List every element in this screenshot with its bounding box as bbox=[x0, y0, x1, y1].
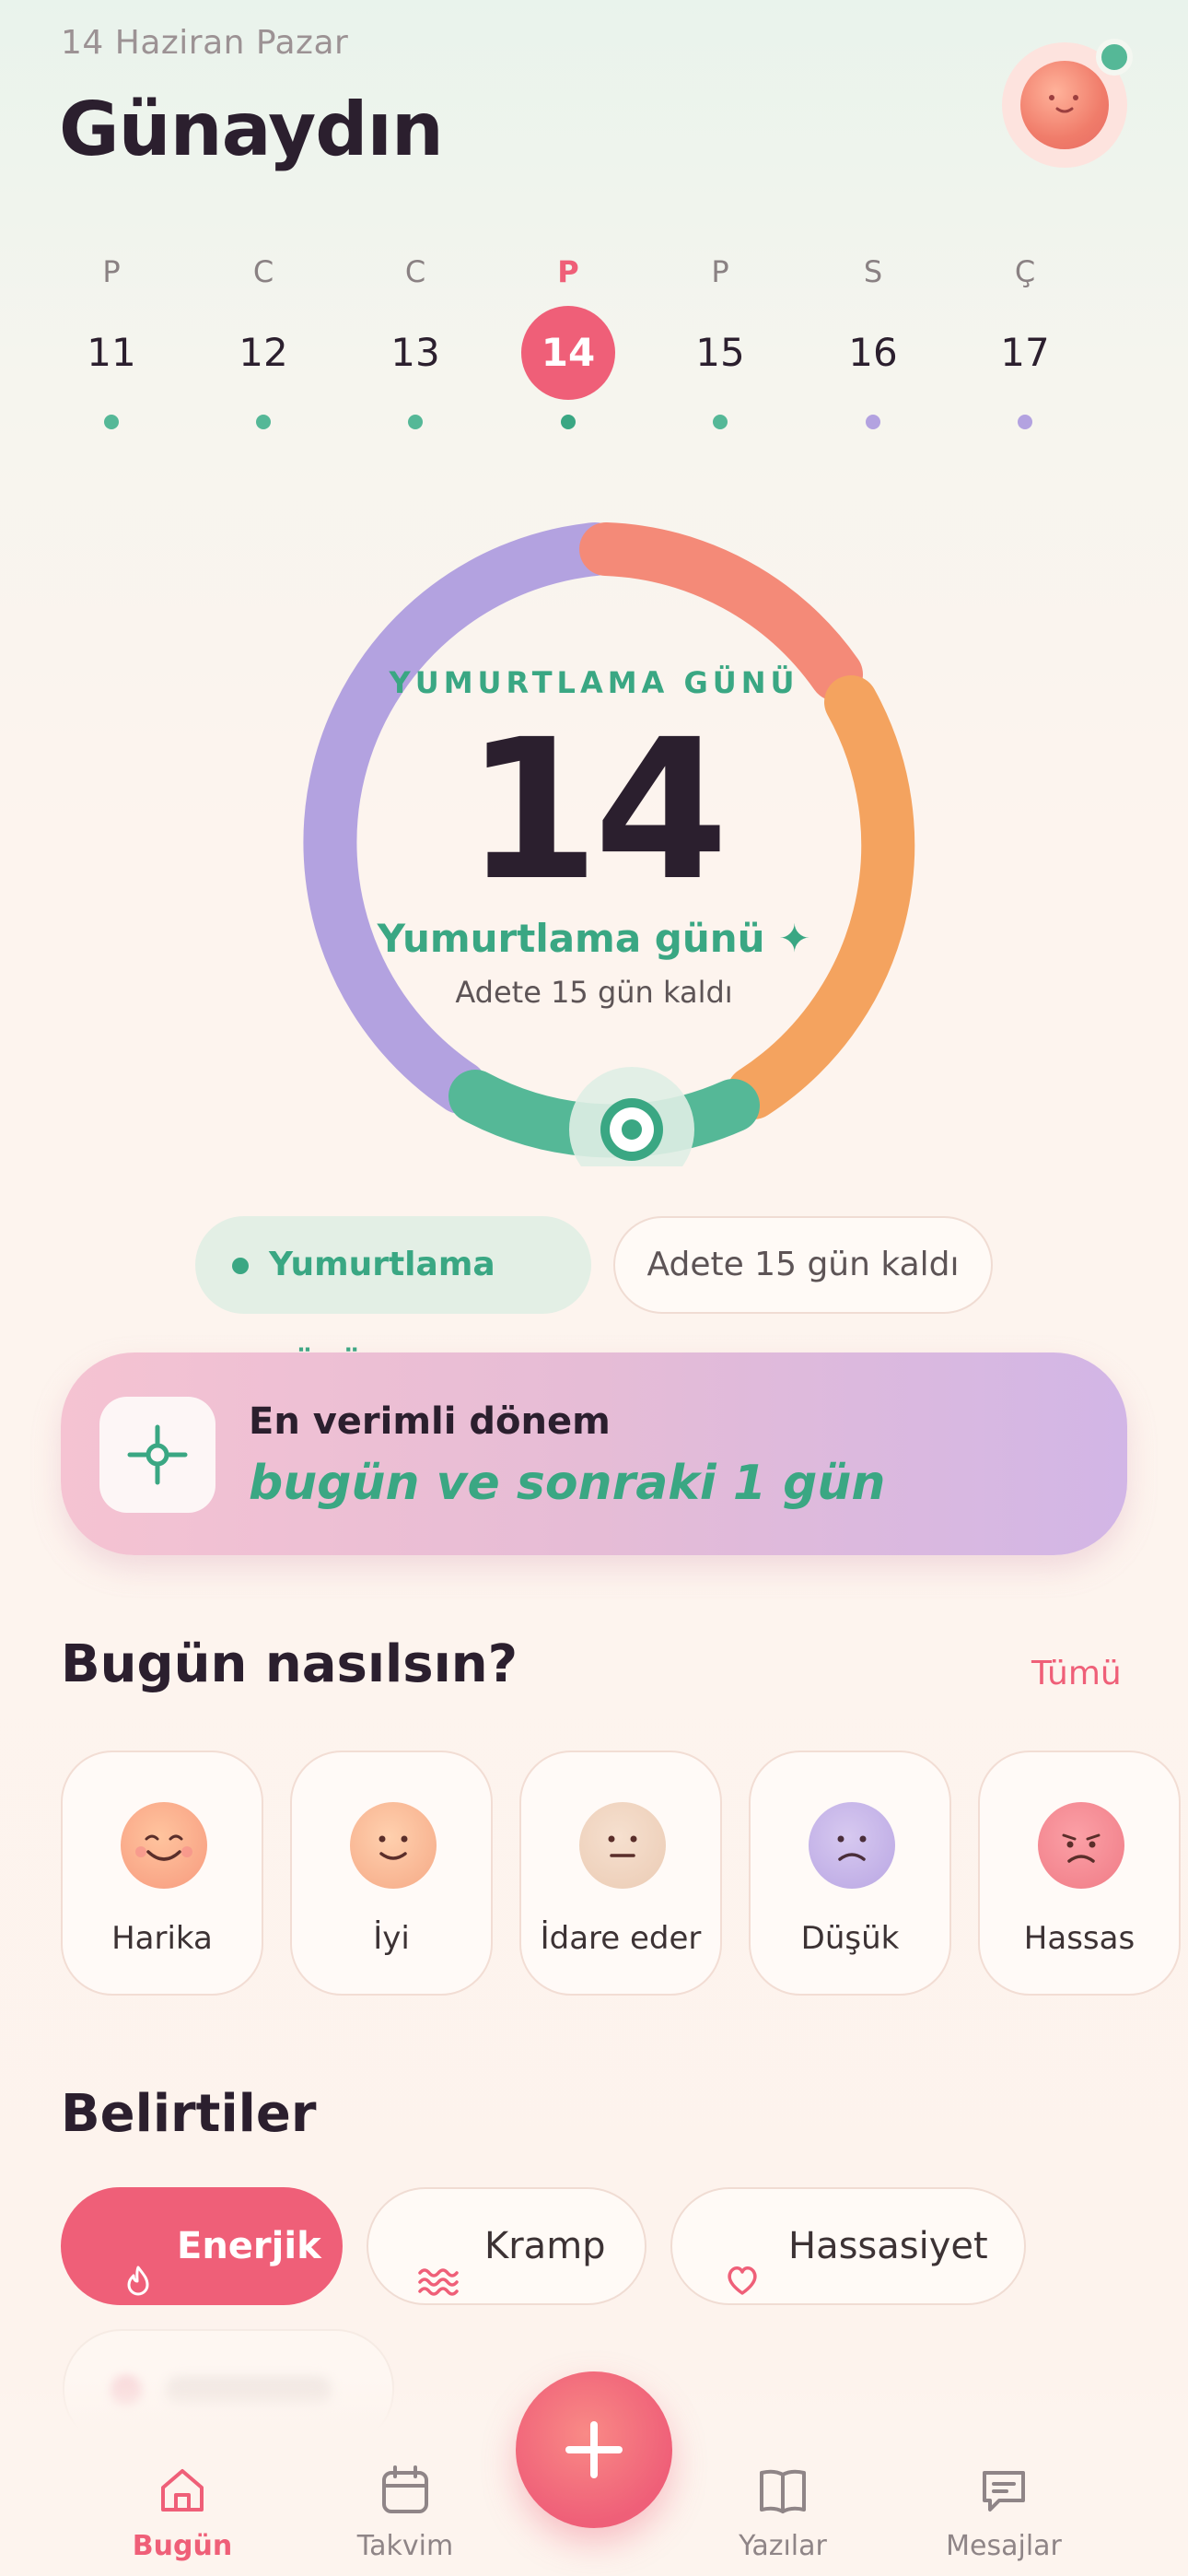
mood-label: Harika bbox=[111, 1920, 213, 1957]
mood-label: Düşük bbox=[800, 1920, 900, 1957]
mood-option-idare-eder[interactable]: İdare eder bbox=[519, 1751, 722, 1996]
nav-item-yazilar[interactable]: Yazılar bbox=[691, 2462, 875, 2562]
day-letter: P bbox=[711, 254, 729, 289]
nav-label: Yazılar bbox=[739, 2530, 827, 2562]
day-number: 13 bbox=[390, 330, 440, 375]
period-phase-arc bbox=[579, 522, 863, 701]
nav-label: Takvim bbox=[356, 2530, 454, 2562]
day-status-dot bbox=[104, 415, 119, 429]
day-status-dot bbox=[713, 415, 728, 429]
week-day[interactable]: Ç 17 bbox=[974, 249, 1076, 433]
day-number: 15 bbox=[695, 330, 745, 375]
heart-icon bbox=[724, 2230, 761, 2295]
countdown-pill[interactable]: Adete 15 gün kaldı bbox=[613, 1216, 993, 1314]
day-status-dot bbox=[1018, 415, 1032, 429]
day-number: 16 bbox=[848, 330, 898, 375]
symptom-chip-kramp[interactable]: Kramp bbox=[367, 2187, 646, 2305]
symptom-label: Enerjik bbox=[177, 2225, 321, 2267]
plus-icon bbox=[565, 2421, 623, 2478]
day-letter: S bbox=[863, 254, 883, 289]
symptom-chip-hassasiyet[interactable]: Hassasiyet bbox=[670, 2187, 1026, 2305]
week-day[interactable]: C 12 bbox=[213, 249, 314, 433]
flame-icon bbox=[120, 2230, 157, 2296]
day-number: 11 bbox=[87, 330, 136, 375]
day-letter: C bbox=[404, 254, 426, 289]
day-number: 14 bbox=[521, 306, 615, 400]
fertile-window-range: bugün ve sonraki 1 gün bbox=[249, 1456, 886, 1511]
sparkle-icon bbox=[99, 1397, 215, 1513]
day-letter: P bbox=[557, 254, 579, 289]
mood-option-dusuk[interactable]: Düşük bbox=[749, 1751, 951, 1996]
nav-item-takvim[interactable]: Takvim bbox=[313, 2462, 497, 2562]
book-icon bbox=[760, 2469, 806, 2513]
nav-label: Bugün bbox=[132, 2530, 233, 2562]
neutral-face-icon bbox=[579, 1802, 666, 1889]
avatar-face-icon bbox=[1049, 95, 1078, 113]
week-day[interactable]: S 16 bbox=[822, 249, 924, 433]
cycle-status: Yumurtlama günü ✦ bbox=[377, 916, 811, 961]
week-day-selected[interactable]: P 14 bbox=[518, 249, 619, 433]
week-day[interactable]: P 11 bbox=[61, 249, 162, 433]
week-day[interactable]: P 15 bbox=[670, 249, 771, 433]
day-letter: Ç bbox=[1014, 254, 1036, 289]
day-number: 12 bbox=[239, 330, 288, 375]
cycle-phase-label: YUMURTLAMA GÜNÜ bbox=[389, 665, 799, 700]
nav-label: Mesajlar bbox=[946, 2530, 1062, 2562]
fertile-window-title: En verimli dönem bbox=[249, 1400, 611, 1443]
day-letter: C bbox=[252, 254, 274, 289]
mood-label: İyi bbox=[373, 1920, 410, 1957]
waves-icon bbox=[416, 2230, 462, 2296]
day-number: 17 bbox=[1000, 330, 1050, 375]
day-status-dot bbox=[866, 415, 880, 429]
day-letter: P bbox=[102, 254, 121, 289]
day-status-dot bbox=[408, 415, 423, 429]
symptoms-section-title: Belirtiler bbox=[61, 2084, 317, 2144]
add-entry-button[interactable] bbox=[516, 2371, 672, 2528]
home-icon bbox=[161, 2469, 204, 2512]
sad-face-icon bbox=[809, 1802, 895, 1889]
see-all-link[interactable]: Tümü bbox=[1031, 1655, 1122, 1692]
grin-face-icon bbox=[121, 1802, 207, 1889]
day-status-dot bbox=[256, 415, 271, 429]
symptom-label: Hassasiyet bbox=[788, 2225, 988, 2267]
smile-face-icon bbox=[350, 1802, 437, 1889]
symptom-label: Kramp bbox=[484, 2225, 606, 2267]
nav-item-mesajlar[interactable]: Mesajlar bbox=[912, 2462, 1096, 2562]
date-label: 14 Haziran Pazar bbox=[61, 24, 349, 62]
fertile-window-card[interactable]: En verimli dönem bugün ve sonraki 1 gün bbox=[61, 1352, 1127, 1555]
mood-section-title: Bugün nasılsın? bbox=[61, 1634, 518, 1694]
mood-label: Hassas bbox=[1023, 1920, 1136, 1957]
mood-option-harika[interactable]: Harika bbox=[61, 1751, 263, 1996]
mood-option-iyi[interactable]: İyi bbox=[290, 1751, 493, 1996]
online-status-dot bbox=[1096, 39, 1133, 76]
day-status-dot bbox=[561, 415, 576, 429]
nav-item-bugun[interactable]: Bugün bbox=[90, 2462, 274, 2562]
phase-pill[interactable]: Yumurtlama günü bbox=[195, 1216, 591, 1381]
calendar-icon bbox=[382, 2465, 428, 2513]
symptom-chip-enerjik[interactable]: Enerjik bbox=[61, 2187, 343, 2305]
week-day[interactable]: C 13 bbox=[365, 249, 466, 433]
upset-face-icon bbox=[1038, 1802, 1124, 1889]
message-icon bbox=[983, 2471, 1025, 2512]
mood-label: İdare eder bbox=[540, 1920, 702, 1957]
phase-dot-icon bbox=[232, 1258, 249, 1274]
greeting-title: Günaydın bbox=[59, 87, 444, 172]
avatar-image bbox=[1020, 61, 1109, 149]
period-countdown: Adete 15 gün kaldı bbox=[455, 975, 733, 1010]
cycle-day-number: 14 bbox=[464, 697, 728, 923]
mood-option-hassas[interactable]: Hassas bbox=[978, 1751, 1181, 1996]
week-strip: P 11 C 12 C 13 P 14 P 15 S 16 Ç 17 bbox=[61, 249, 1133, 433]
